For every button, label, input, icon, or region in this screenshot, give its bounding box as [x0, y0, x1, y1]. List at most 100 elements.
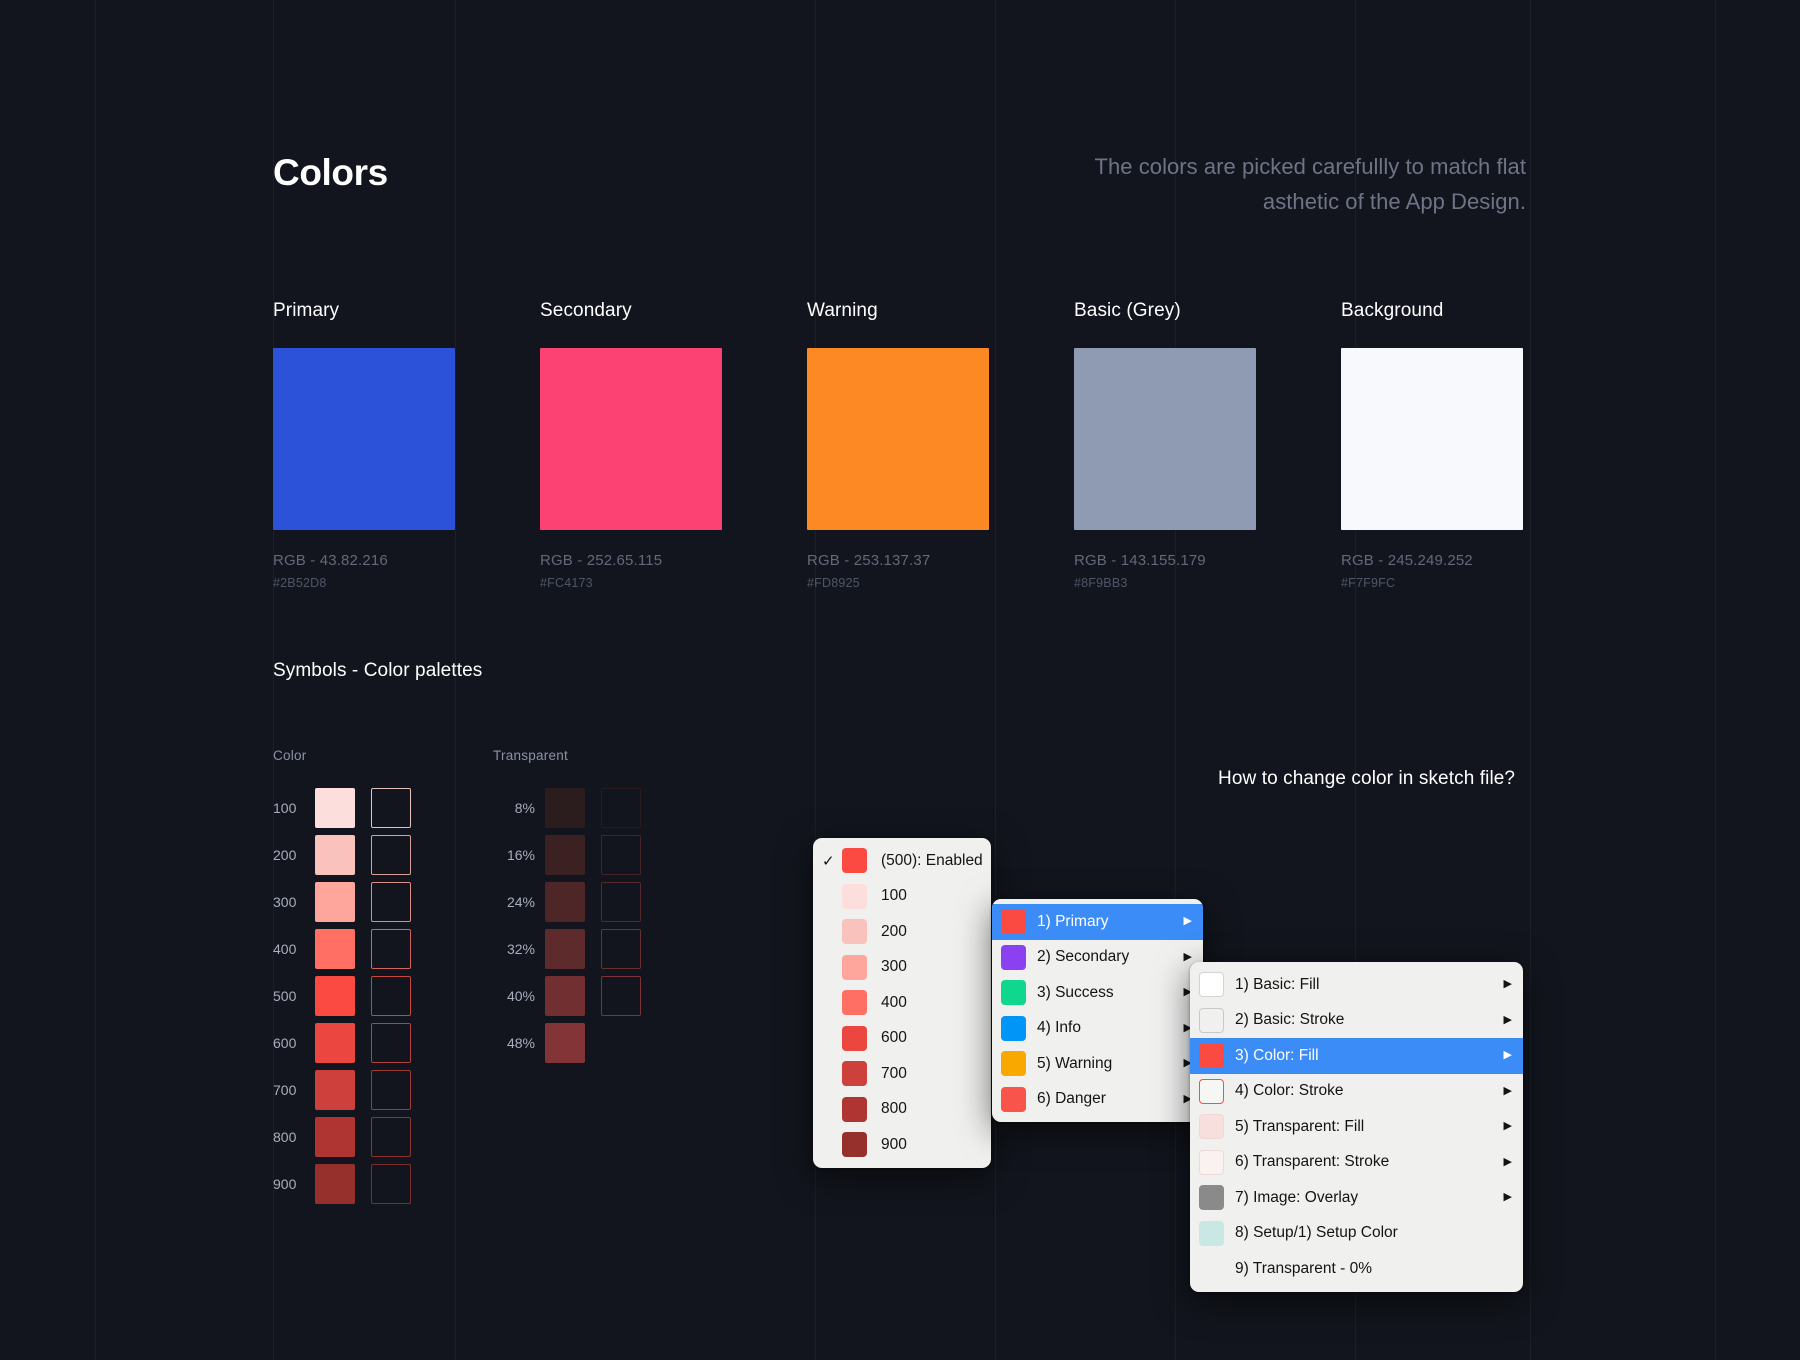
swatch-hex-value: #FD8925	[807, 576, 860, 590]
menu-item-label: 4) Color: Stroke	[1235, 1082, 1344, 1100]
menu-item-label: 5) Warning	[1037, 1054, 1113, 1072]
menu-item-label: (500): Enabled	[881, 851, 983, 869]
menu-layer-styles[interactable]: 1) Basic: Fill ▶ 2) Basic: Stroke ▶ 3) Color…	[1190, 962, 1523, 1292]
palette-row: 200	[273, 831, 411, 878]
menu-item[interactable]: 2) Secondary ▶	[992, 940, 1203, 976]
menu-item-color-swatch	[1199, 1149, 1224, 1175]
menu-item[interactable]: 7) Image: Overlay ▶	[1190, 1180, 1523, 1216]
submenu-arrow-icon: ▶	[1503, 1049, 1512, 1062]
menu-color-shades[interactable]: ✓ (500): Enabled 100 200 300 400 600 700 800 900	[813, 838, 991, 1168]
swatch-name: Primary	[273, 300, 340, 321]
menu-item-label: 3) Success	[1037, 983, 1114, 1001]
menu-item[interactable]: 6) Danger ▶	[992, 1082, 1203, 1118]
palette-row: 400	[273, 925, 411, 972]
palette-fill-swatch	[315, 1163, 355, 1204]
swatch-hex-value: #8F9BB3	[1074, 576, 1128, 590]
palette-row-label: 40%	[506, 987, 535, 1004]
menu-item[interactable]: 1) Basic: Fill ▶	[1190, 967, 1523, 1003]
swatch-color-box	[1341, 348, 1523, 530]
color-heading: Color	[273, 748, 307, 763]
guide-line-4	[995, 0, 996, 1360]
swatch-card: Secondary RGB - 252.65.115 #FC4173	[540, 300, 722, 590]
palette-row: 48%	[493, 1019, 641, 1066]
menu-color-categories[interactable]: 1) Primary ▶ 2) Secondary ▶ 3) Success ▶ 4) In…	[992, 899, 1203, 1122]
menu-item[interactable]: 700	[813, 1056, 991, 1092]
menu-item-label: 2) Secondary	[1037, 948, 1130, 966]
menu-item-label: 7) Image: Overlay	[1235, 1188, 1359, 1206]
palette-row-label: 400	[273, 940, 297, 957]
how-to-change-color-question: How to change color in sketch file?	[1218, 768, 1516, 789]
menu-item-color-swatch	[1001, 909, 1026, 935]
menu-item-label: 3) Color: Fill	[1235, 1046, 1319, 1064]
palette-row: 16%	[493, 831, 641, 878]
swatch-rgb-value: RGB - 252.65.115	[540, 552, 663, 569]
palette-row: 32%	[493, 925, 641, 972]
swatch-color-box	[273, 348, 455, 530]
menu-item[interactable]: 5) Warning ▶	[992, 1046, 1203, 1082]
menu-item[interactable]: 200	[813, 914, 991, 950]
menu-item-color-swatch	[1199, 1220, 1224, 1246]
menu-item[interactable]: 400	[813, 985, 991, 1021]
swatch-hex-value: #FC4173	[540, 576, 593, 590]
palette-fill-swatch	[315, 834, 355, 875]
menu-item-label: 800	[881, 1100, 907, 1118]
menu-item[interactable]: 800	[813, 1092, 991, 1128]
palette-row: 500	[273, 972, 411, 1019]
menu-item-label: 6) Transparent: Stroke	[1235, 1153, 1390, 1171]
menu-item[interactable]: 4) Color: Stroke ▶	[1190, 1074, 1523, 1110]
palette-fill-swatch	[315, 928, 355, 969]
menu-item-color-swatch	[1199, 1078, 1224, 1104]
menu-item-label: 8) Setup/1) Setup Color	[1235, 1224, 1398, 1242]
palette-stroke-swatch	[601, 787, 641, 828]
page-title: Colors	[273, 152, 388, 193]
menu-item-label: 6) Danger	[1037, 1090, 1106, 1108]
palette-row: 900	[273, 1160, 411, 1207]
menu-item-label: 600	[881, 1029, 907, 1047]
menu-item-color-swatch	[842, 954, 867, 980]
swatch-card: Background RGB - 245.249.252 #F7F9FC	[1341, 300, 1523, 590]
menu-item[interactable]: 5) Transparent: Fill ▶	[1190, 1109, 1523, 1145]
palette-fill-swatch	[545, 787, 585, 828]
menu-item-color-swatch	[842, 883, 867, 909]
menu-item[interactable]: 9) Transparent - 0%▶	[1190, 1251, 1523, 1287]
page-subtitle: The colors are picked carefullly to matc…	[1094, 154, 1526, 214]
menu-item[interactable]: 8) Setup/1) Setup Color▶	[1190, 1216, 1523, 1252]
palette-fill-swatch	[545, 881, 585, 922]
menu-item[interactable]: 900	[813, 1127, 991, 1163]
palette-stroke-swatch	[371, 1069, 411, 1110]
swatch-name: Warning	[807, 300, 878, 321]
palette-row: 8%	[493, 784, 641, 831]
menu-item[interactable]: 300	[813, 950, 991, 986]
palette-stroke-swatch	[371, 787, 411, 828]
menu-item[interactable]: 2) Basic: Stroke ▶	[1190, 1003, 1523, 1039]
menu-item[interactable]: 3) Color: Fill ▶	[1190, 1038, 1523, 1074]
palette-row-label: 48%	[506, 1034, 535, 1051]
menu-item-color-swatch	[1199, 1043, 1224, 1069]
palette-row-label: 600	[273, 1034, 297, 1051]
menu-item-label: 2) Basic: Stroke	[1235, 1011, 1345, 1029]
palette-row: 40%	[493, 972, 641, 1019]
menu-item[interactable]: 1) Primary ▶	[992, 904, 1203, 940]
submenu-arrow-icon: ▶	[1503, 1155, 1512, 1168]
menu-item[interactable]: 4) Info ▶	[992, 1011, 1203, 1047]
palette-stroke-swatch	[371, 928, 411, 969]
symbols-section-title: Symbols - Color palettes	[273, 660, 483, 681]
menu-item[interactable]: 6) Transparent: Stroke ▶	[1190, 1145, 1523, 1181]
color-group: Color 100 200 300 400 500 600 700 800 900	[273, 748, 411, 1207]
transparent-heading: Transparent	[493, 748, 569, 763]
palette-row-label: 24%	[506, 893, 535, 910]
palette-row-label: 100	[273, 799, 297, 816]
palette-stroke-swatch	[371, 881, 411, 922]
palette-row-label: 300	[273, 893, 297, 910]
menu-item-color-swatch	[1001, 1086, 1026, 1112]
menu-item[interactable]: 100	[813, 879, 991, 915]
palette-row: 700	[273, 1066, 411, 1113]
menu-item[interactable]: 600	[813, 1021, 991, 1057]
swatch-rgb-value: RGB - 143.155.179	[1074, 552, 1206, 569]
menu-item-color-swatch	[1199, 1114, 1224, 1140]
menu-item[interactable]: ✓ (500): Enabled	[813, 843, 991, 879]
guide-line-7	[1530, 0, 1531, 1360]
menu-item[interactable]: 3) Success ▶	[992, 975, 1203, 1011]
submenu-arrow-icon: ▶	[1183, 915, 1192, 928]
swatch-rgb-value: RGB - 43.82.216	[273, 552, 388, 569]
